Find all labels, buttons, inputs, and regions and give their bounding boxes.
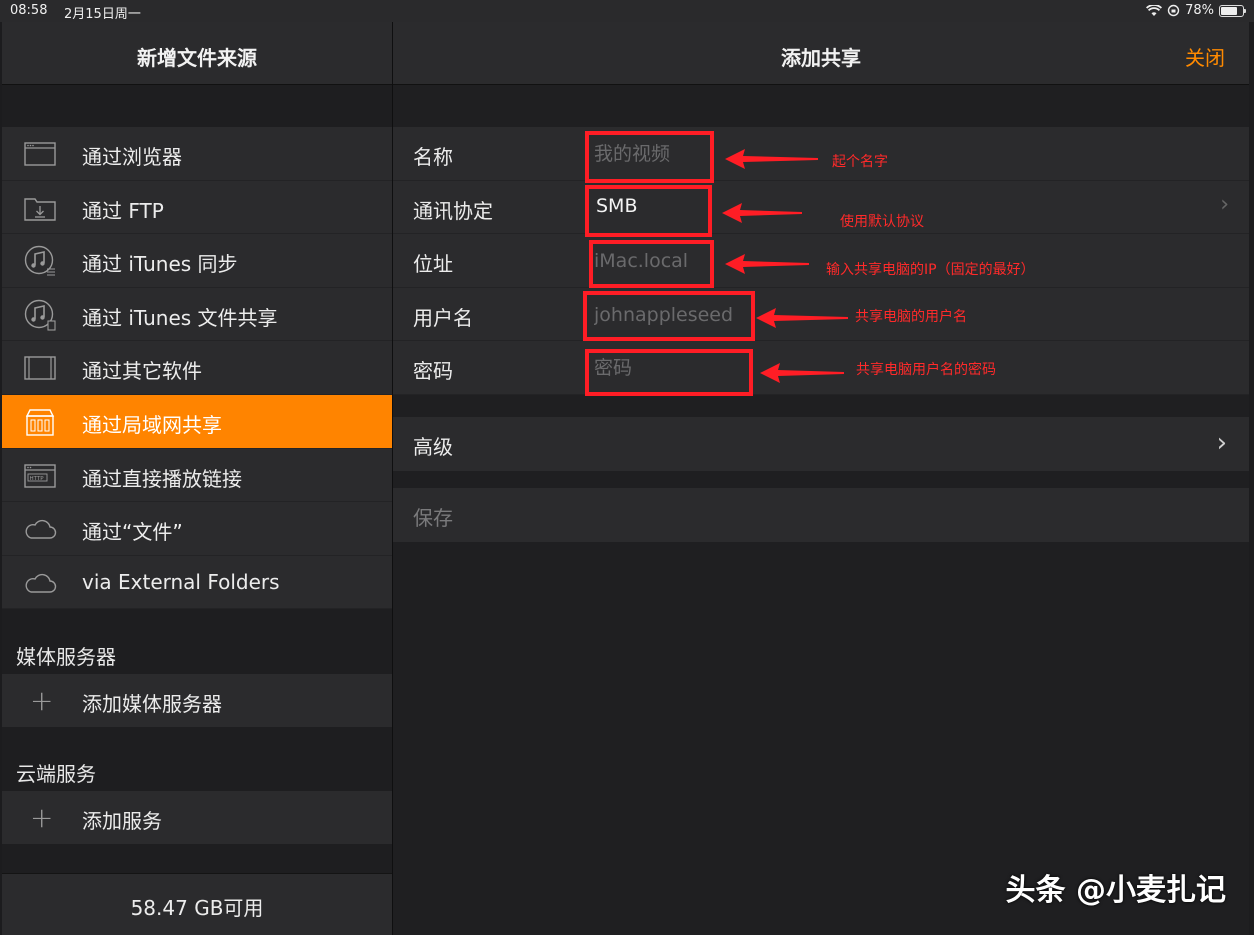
name-label: 名称 (413, 145, 453, 169)
annotation-box-address (589, 240, 714, 288)
arrow-left-icon (722, 203, 802, 223)
browser-window-icon (22, 139, 58, 169)
source-label: 通过“文件” (82, 520, 183, 545)
annotation-note-name: 起个名字 (832, 154, 888, 170)
advanced-label: 高级 (413, 435, 453, 459)
source-label: 通过其它软件 (82, 359, 202, 384)
cloud-icon (22, 568, 58, 598)
source-label: 通过 iTunes 文件共享 (82, 305, 278, 330)
sources-panel: 新增文件来源 通过浏览器 通过 FTP 通过 iTunes 同步 通过 iTun… (2, 22, 392, 935)
arrow-left-icon (756, 308, 848, 328)
name-row: 名称 (393, 127, 1249, 181)
add-service-button[interactable]: + 添加服务 (2, 791, 392, 844)
battery-icon (1219, 4, 1246, 17)
media-server-section-header: 媒体服务器 (16, 645, 116, 669)
itunes-sync-icon (22, 245, 58, 276)
annotation-note-password: 共享电脑用户名的密码 (856, 362, 996, 378)
source-label: 通过直接播放链接 (82, 466, 242, 491)
itunes-file-share-icon (22, 299, 58, 331)
annotation-note-address: 输入共享电脑的IP（固定的最好） (826, 262, 1035, 278)
annotation-note-protocol: 使用默认协议 (840, 214, 924, 230)
add-service-label: 添加服务 (82, 809, 162, 833)
arrow-left-icon (760, 363, 844, 383)
source-item-itunes-sync[interactable]: 通过 iTunes 同步 (2, 234, 392, 288)
folder-download-icon (22, 193, 58, 223)
source-label: via External Folders (82, 569, 280, 594)
source-label: 通过 FTP (82, 198, 164, 223)
source-label: 通过局域网共享 (82, 412, 222, 437)
address-label: 位址 (413, 252, 453, 277)
add-media-server-button[interactable]: + 添加媒体服务器 (2, 674, 392, 727)
protocol-label: 通讯协定 (413, 198, 493, 223)
cloud-service-section-header: 云端服务 (16, 762, 96, 786)
storage-footer: 58.47 GB可用 (2, 873, 392, 935)
close-button[interactable]: 关闭 (1185, 42, 1225, 71)
status-right: 78% (1146, 3, 1246, 18)
annotation-note-username: 共享电脑的用户名 (855, 309, 967, 325)
status-date: 2月15日周一 (64, 7, 141, 22)
save-label: 保存 (413, 506, 453, 530)
app-window-icon (22, 353, 58, 383)
annotation-box-username (583, 291, 755, 341)
left-title: 新增文件来源 (137, 46, 257, 70)
left-navbar: 新增文件来源 (2, 22, 392, 85)
status-time: 08:58 (10, 3, 48, 18)
source-item-itunes-file-share[interactable]: 通过 iTunes 文件共享 (2, 287, 392, 342)
cloud-icon (22, 514, 58, 544)
save-button[interactable]: 保存 (393, 488, 1249, 542)
source-item-external-folders[interactable]: via External Folders (2, 555, 392, 610)
source-label: 通过 iTunes 同步 (82, 252, 238, 277)
source-item-browser[interactable]: 通过浏览器 (2, 127, 392, 181)
http-link-icon: HTTP (22, 461, 58, 491)
watermark: 头条 @小麦扎记 (1005, 873, 1226, 908)
annotation-box-name (585, 131, 714, 183)
chevron-right-icon: › (1216, 428, 1227, 458)
plus-icon: + (30, 684, 54, 717)
source-item-files-app[interactable]: 通过“文件” (2, 502, 392, 556)
source-label: 通过浏览器 (82, 145, 182, 169)
right-navbar: 添加共享 关闭 (393, 22, 1249, 85)
source-item-ftp[interactable]: 通过 FTP (2, 180, 392, 235)
chevron-right-icon: › (1220, 191, 1229, 217)
storage-available: 58.47 GB可用 (130, 896, 264, 920)
source-item-other-apps[interactable]: 通过其它软件 (2, 341, 392, 395)
share-form: 名称 通讯协定 SMB › 位址 用户名 密码 (393, 127, 1249, 395)
address-row: 位址 (393, 234, 1249, 288)
annotation-box-password (585, 349, 753, 396)
add-media-server-label: 添加媒体服务器 (82, 692, 222, 716)
password-label: 密码 (413, 359, 453, 384)
source-list: 通过浏览器 通过 FTP 通过 iTunes 同步 通过 iTunes 文件共享 (2, 127, 392, 610)
annotation-box-protocol (585, 185, 712, 237)
battery-percent: 78% (1185, 3, 1214, 18)
source-item-lan-share[interactable]: 通过局域网共享 (2, 394, 392, 449)
plus-icon: + (30, 801, 54, 834)
nas-server-icon (22, 407, 58, 437)
protocol-row[interactable]: 通讯协定 SMB › (393, 180, 1249, 235)
right-title: 添加共享 (781, 46, 861, 70)
advanced-row[interactable]: 高级 › (393, 417, 1249, 471)
add-share-panel: 添加共享 关闭 名称 通讯协定 SMB › 位址 用户名 密码 高级 › 保存 (393, 22, 1249, 935)
orientation-lock-icon (1167, 4, 1180, 17)
svg-text:HTTP: HTTP (30, 475, 45, 481)
arrow-left-icon (725, 254, 809, 274)
source-item-direct-link[interactable]: HTTP 通过直接播放链接 (2, 448, 392, 503)
username-label: 用户名 (413, 305, 473, 330)
status-bar: 08:58 2月15日周一 78% (0, 0, 1254, 22)
wifi-icon (1146, 4, 1163, 16)
arrow-left-icon (725, 149, 818, 169)
